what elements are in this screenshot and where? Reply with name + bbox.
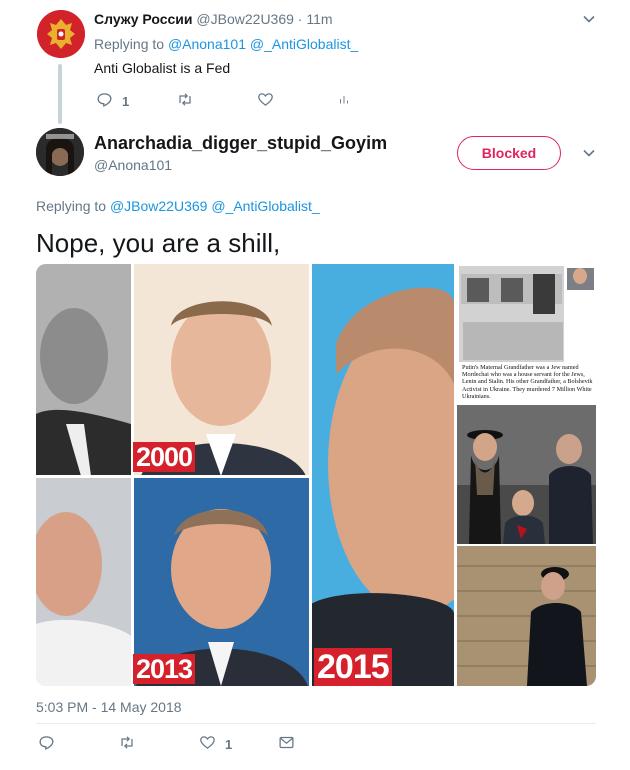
main-replying-to: Replying to @JBow22U369 @_AntiGlobalist_	[36, 198, 320, 214]
replying-to-links[interactable]: @Anona101 @_AntiGlobalist_	[168, 36, 358, 52]
year-label-2000: 2000	[133, 442, 196, 472]
collage-caption: Putin's Maternal Grandfather was a Jew n…	[462, 364, 593, 400]
parent-display-name[interactable]: Служу России	[94, 11, 193, 27]
blocked-button[interactable]: Blocked	[457, 136, 561, 170]
heart-icon	[199, 734, 216, 754]
tweet-media[interactable]: 2000 2013 2015 Putin's Maternal Grandfat…	[36, 264, 596, 686]
media-image-left[interactable]: 2000 2013 2015	[36, 264, 454, 686]
main-avatar[interactable]	[36, 128, 84, 176]
parent-reply-action[interactable]: 1	[96, 91, 129, 111]
wall-photo-image	[457, 546, 596, 686]
putin-timeline-photo	[36, 264, 454, 686]
parent-handle-time: @JBow22U369 · 11m	[196, 11, 333, 27]
tweet-timestamp[interactable]: 5:03 PM - 14 May 2018	[36, 699, 182, 715]
main-handle[interactable]: @Anona101	[94, 157, 172, 173]
parent-retweet-action[interactable]	[176, 91, 194, 111]
main-tweet-text: Nope, you are a shill,	[36, 228, 281, 258]
replying-prefix: Replying to	[36, 198, 110, 214]
year-label-2015: 2015	[314, 648, 392, 686]
main-reply-action[interactable]	[38, 734, 55, 754]
media-image-bottom-right[interactable]	[457, 546, 596, 686]
parent-reply-count: 1	[122, 93, 130, 109]
chevron-down-icon[interactable]	[581, 12, 597, 28]
parent-analytics-action[interactable]	[338, 91, 350, 111]
parent-author[interactable]: Служу России @JBow22U369 · 11m	[94, 11, 333, 27]
replying-prefix: Replying to	[94, 36, 168, 52]
main-display-name[interactable]: Anarchadia_digger_stupid_Goyim	[94, 133, 387, 154]
reply-icon	[96, 91, 113, 111]
parent-like-action[interactable]	[257, 91, 274, 111]
chevron-down-icon[interactable]	[581, 146, 597, 162]
parent-avatar[interactable]	[37, 10, 85, 58]
envelope-icon	[278, 734, 295, 754]
main-message-action[interactable]	[278, 734, 295, 754]
main-retweet-action[interactable]	[118, 734, 136, 754]
media-image-middle-right[interactable]	[457, 405, 596, 544]
main-like-action[interactable]: 1	[199, 734, 232, 754]
year-label-2013: 2013	[133, 654, 196, 684]
retweet-icon	[176, 91, 194, 111]
group-photo-image	[457, 405, 596, 544]
replying-to-links[interactable]: @JBow22U369 @_AntiGlobalist_	[110, 198, 320, 214]
thread-connector	[58, 64, 62, 124]
media-image-top-right[interactable]: Putin's Maternal Grandfather was a Jew n…	[457, 264, 596, 403]
main-like-count: 1	[225, 736, 233, 752]
parent-tweet-text: Anti Globalist is a Fed	[94, 60, 231, 76]
heart-icon	[257, 91, 274, 111]
divider	[36, 723, 596, 724]
reply-icon	[38, 734, 55, 754]
analytics-icon	[338, 91, 350, 111]
retweet-icon	[118, 734, 136, 754]
parent-replying-to: Replying to @Anona101 @_AntiGlobalist_	[94, 36, 358, 52]
